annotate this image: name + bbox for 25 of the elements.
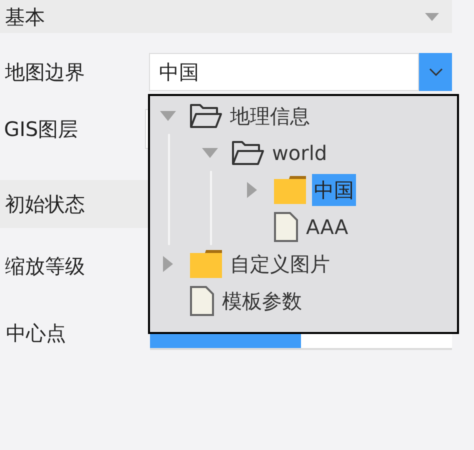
tree-item[interactable]: 自定义图片 xyxy=(228,248,332,280)
field-label: GIS图层 xyxy=(3,116,80,143)
field-label: 地图边界 xyxy=(4,59,86,86)
section-title: 初始状态 xyxy=(4,191,85,218)
collapse-icon[interactable] xyxy=(160,110,176,120)
tree-item[interactable]: AAA xyxy=(304,210,350,242)
open-folder-icon xyxy=(190,102,222,128)
chevron-down-icon xyxy=(428,68,442,76)
open-folder-icon xyxy=(232,140,264,166)
boundary-select[interactable]: 中国 xyxy=(149,53,419,91)
dropdown-button[interactable] xyxy=(419,53,452,91)
expand-icon[interactable] xyxy=(163,256,173,272)
tree-item[interactable]: world xyxy=(270,136,330,168)
field-label: 中心点 xyxy=(5,320,67,347)
section-header[interactable]: 基本 xyxy=(0,0,452,33)
folder-icon xyxy=(274,176,306,204)
section-title: 基本 xyxy=(4,4,45,30)
tree-item[interactable]: 模板参数 xyxy=(220,284,304,316)
tree-item[interactable]: 中国 xyxy=(312,174,356,206)
tree-item[interactable]: 地理信息 xyxy=(228,100,312,132)
field-label: 缩放等级 xyxy=(4,253,85,280)
folder-icon xyxy=(190,250,222,278)
file-icon xyxy=(274,212,298,242)
expand-icon[interactable] xyxy=(247,182,257,198)
file-icon xyxy=(190,286,214,316)
